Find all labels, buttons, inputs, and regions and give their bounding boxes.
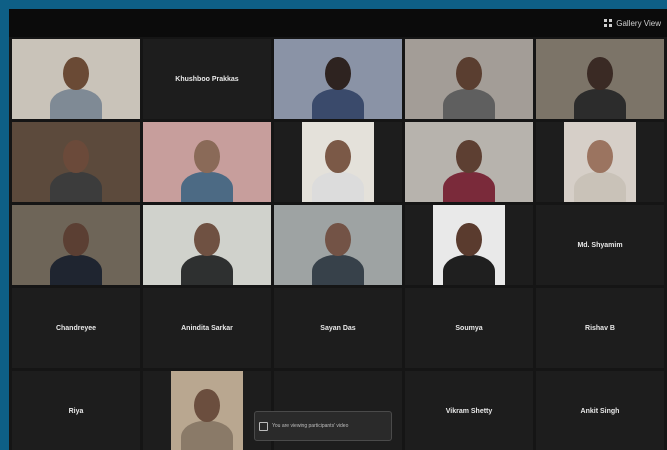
- participant-tile-name-only[interactable]: Soumya: [405, 288, 533, 368]
- view-toggle-label: Gallery View: [616, 18, 661, 28]
- participant-name: Khushboo Prakkas: [175, 75, 239, 83]
- participant-tile-video[interactable]: [405, 39, 533, 119]
- participant-silhouette: [405, 122, 533, 202]
- participant-name: Anindita Sarkar: [181, 324, 233, 332]
- participant-name: Soumya: [455, 324, 483, 332]
- participant-tile-name-only[interactable]: Vikram Shetty: [405, 371, 533, 450]
- participant-silhouette: [536, 122, 664, 202]
- screen-share-icon: [259, 421, 268, 431]
- participant-tile-video[interactable]: [143, 205, 271, 285]
- participant-tile-video[interactable]: [405, 122, 533, 202]
- participant-tile-video[interactable]: [274, 122, 402, 202]
- notification-text: You are viewing participants' video: [272, 423, 349, 429]
- participant-tile-video[interactable]: [405, 205, 533, 285]
- participant-tile-video[interactable]: [143, 371, 271, 450]
- participant-tile-name-only[interactable]: Riya: [12, 371, 140, 450]
- participant-silhouette: [274, 122, 402, 202]
- participant-tile-video[interactable]: [12, 205, 140, 285]
- participant-silhouette: [143, 122, 271, 202]
- participant-silhouette: [274, 205, 402, 285]
- participant-tile-video[interactable]: [274, 39, 402, 119]
- participant-name: Rishav B: [585, 324, 615, 332]
- participant-gallery-grid: Khushboo Prakkas Md. Shyamim Chandreyee Ani…: [12, 39, 667, 450]
- participant-tile-video[interactable]: [274, 205, 402, 285]
- desktop-frame: Gallery View Khushboo Prakkas Md. Shyamim…: [0, 0, 667, 450]
- participant-name: Sayan Das: [320, 324, 356, 332]
- gallery-grid-icon: [604, 19, 613, 27]
- participant-tile-name-only[interactable]: Khushboo Prakkas: [143, 39, 271, 119]
- view-toggle-button[interactable]: Gallery View: [604, 16, 661, 30]
- participant-name: Chandreyee: [55, 324, 97, 332]
- participant-tile-name-only[interactable]: Chandreyee: [12, 288, 140, 368]
- participant-silhouette: [274, 39, 402, 119]
- participant-tile-name-only[interactable]: Rishav B: [536, 288, 664, 368]
- participant-name: Md. Shyamim: [577, 241, 623, 249]
- meeting-top-bar: Gallery View: [9, 9, 667, 37]
- participant-silhouette: [12, 205, 140, 285]
- participant-silhouette: [143, 205, 271, 285]
- participant-name: Riya: [68, 407, 84, 415]
- participant-tile-video[interactable]: [12, 122, 140, 202]
- participant-silhouette: [405, 205, 533, 285]
- participant-silhouette: [536, 39, 664, 119]
- participant-name: Ankit Singh: [580, 407, 620, 415]
- participant-silhouette: [12, 39, 140, 119]
- participant-tile-name-only[interactable]: Sayan Das: [274, 288, 402, 368]
- participant-silhouette: [405, 39, 533, 119]
- participant-tile-video[interactable]: [12, 39, 140, 119]
- participant-tile-name-only[interactable]: Ankit Singh: [536, 371, 664, 450]
- participant-tile-video[interactable]: [143, 122, 271, 202]
- participant-tile-name-only[interactable]: Anindita Sarkar: [143, 288, 271, 368]
- participant-tile-video[interactable]: [536, 122, 664, 202]
- participant-silhouette: [143, 371, 271, 450]
- participant-silhouette: [12, 122, 140, 202]
- meeting-window: Gallery View Khushboo Prakkas Md. Shyamim…: [9, 9, 667, 450]
- participant-tile-video[interactable]: [536, 39, 664, 119]
- participant-name: Vikram Shetty: [445, 407, 493, 415]
- participant-tile-name-only[interactable]: Md. Shyamim: [536, 205, 664, 285]
- notification-toast[interactable]: You are viewing participants' video: [254, 411, 392, 441]
